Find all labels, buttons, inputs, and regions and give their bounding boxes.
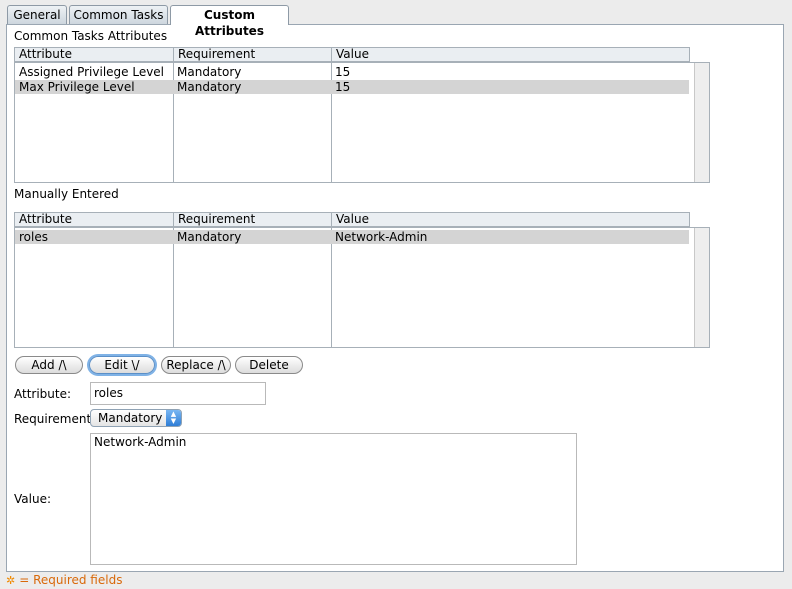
tab-custom-attributes[interactable]: Custom Attributes bbox=[170, 5, 289, 38]
manually-entered-title: Manually Entered bbox=[14, 187, 119, 201]
attribute-input[interactable]: roles bbox=[90, 382, 266, 405]
table-row[interactable]: Max Privilege Level Mandatory 15 bbox=[15, 80, 689, 94]
edit-button[interactable]: Edit \/ bbox=[89, 356, 155, 374]
attribute-label: Attribute: bbox=[14, 387, 72, 401]
table-body: Assigned Privilege Level Mandatory 15 Ma… bbox=[14, 62, 710, 183]
cell-attribute: Assigned Privilege Level bbox=[19, 65, 165, 79]
cell-value: 15 bbox=[335, 65, 351, 79]
required-asterisk-icon: ✲ bbox=[6, 574, 16, 587]
cell-attribute: roles bbox=[19, 230, 48, 244]
vertical-scrollbar[interactable] bbox=[694, 63, 709, 182]
required-fields-text: = Required fields bbox=[19, 573, 123, 587]
requirement-label: Requirement: bbox=[14, 412, 96, 426]
add-button[interactable]: Add /\ bbox=[15, 356, 83, 374]
value-label: Value: bbox=[14, 492, 51, 506]
cell-attribute: Max Privilege Level bbox=[19, 80, 135, 94]
column-header-value[interactable]: Value bbox=[332, 48, 689, 61]
tab-common-tasks[interactable]: Common Tasks bbox=[69, 5, 168, 24]
table-row[interactable]: Assigned Privilege Level Mandatory 15 bbox=[15, 65, 689, 79]
cell-requirement: Mandatory bbox=[177, 230, 242, 244]
requirement-select[interactable]: Mandatory ▲ ▼ bbox=[90, 409, 182, 427]
delete-button[interactable]: Delete bbox=[235, 356, 303, 374]
common-attributes-table: Attribute Requirement Value Assigned Pri… bbox=[14, 47, 710, 183]
requirement-selected-value: Mandatory bbox=[98, 411, 163, 425]
table-header: Attribute Requirement Value bbox=[14, 212, 690, 227]
column-header-attribute[interactable]: Attribute bbox=[15, 213, 174, 226]
cell-value: Network-Admin bbox=[335, 230, 428, 244]
column-header-requirement[interactable]: Requirement bbox=[174, 213, 332, 226]
common-tasks-attributes-title: Common Tasks Attributes bbox=[14, 29, 168, 43]
value-textarea[interactable]: Network-Admin bbox=[90, 433, 577, 565]
cell-requirement: Mandatory bbox=[177, 65, 242, 79]
column-divider bbox=[331, 228, 332, 347]
vertical-scrollbar[interactable] bbox=[694, 228, 709, 347]
manual-attributes-table: Attribute Requirement Value roles Mandat… bbox=[14, 212, 710, 348]
column-header-requirement[interactable]: Requirement bbox=[174, 48, 332, 61]
select-arrows-icon: ▲ ▼ bbox=[166, 410, 181, 426]
cell-requirement: Mandatory bbox=[177, 80, 242, 94]
tab-general[interactable]: General bbox=[7, 5, 67, 24]
cell-value: 15 bbox=[335, 80, 351, 94]
column-divider bbox=[173, 228, 174, 347]
column-header-attribute[interactable]: Attribute bbox=[15, 48, 174, 61]
table-row[interactable]: roles Mandatory Network-Admin bbox=[15, 230, 689, 244]
required-fields-note: ✲ = Required fields bbox=[6, 573, 122, 587]
table-body: roles Mandatory Network-Admin bbox=[14, 227, 710, 348]
table-header: Attribute Requirement Value bbox=[14, 47, 690, 62]
column-header-value[interactable]: Value bbox=[332, 213, 689, 226]
replace-button[interactable]: Replace /\ bbox=[161, 356, 231, 374]
